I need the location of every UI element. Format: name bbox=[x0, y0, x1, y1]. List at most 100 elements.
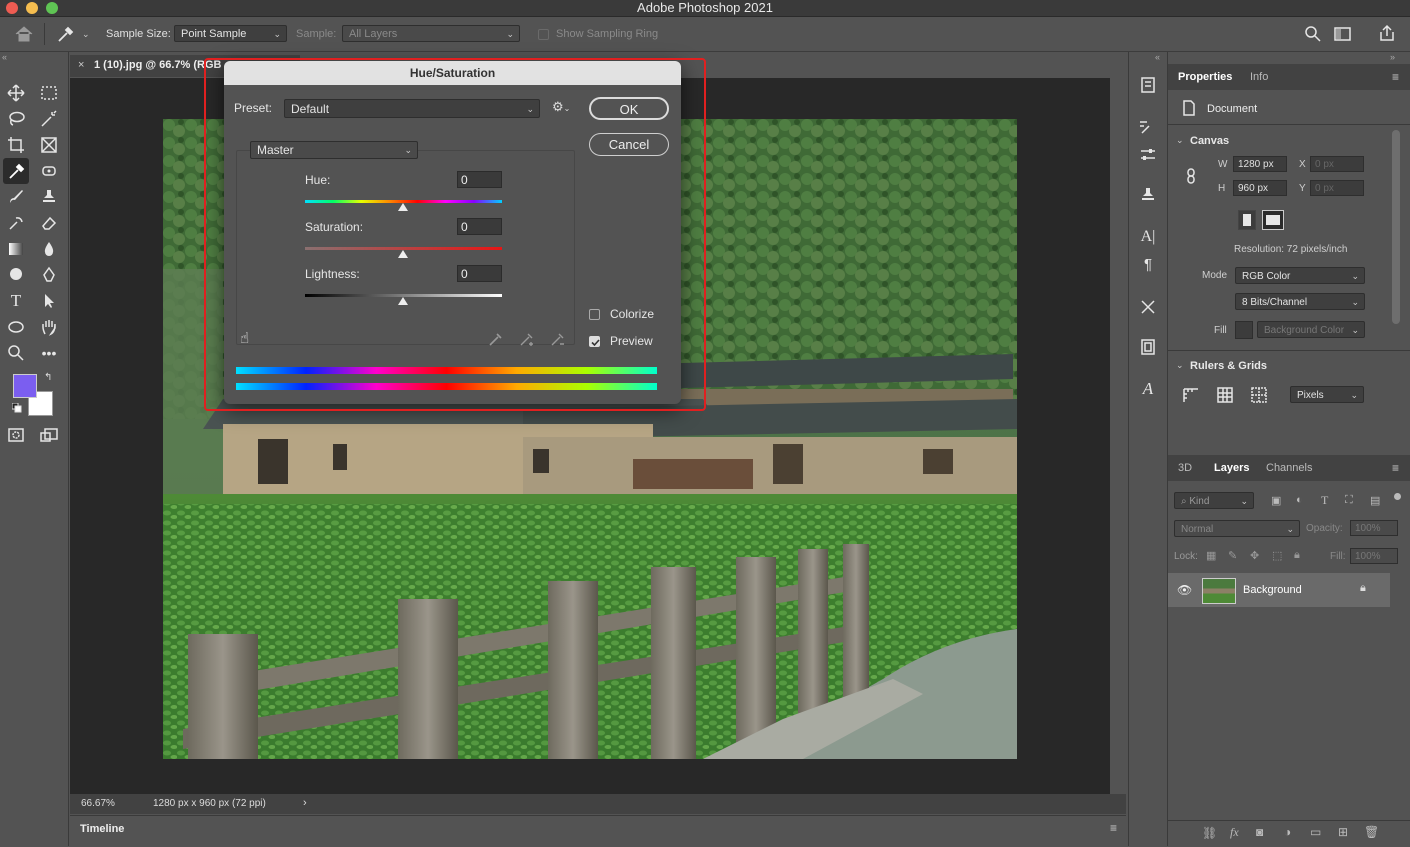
group-folder-icon[interactable]: ▭ bbox=[1310, 825, 1321, 839]
chevron-down-icon[interactable]: ⌄ bbox=[1176, 135, 1184, 146]
workspace-icon[interactable] bbox=[1334, 26, 1352, 45]
sampling-ring-checkbox[interactable] bbox=[538, 29, 549, 40]
tab-channels[interactable]: Channels bbox=[1266, 462, 1312, 474]
portrait-orientation-icon[interactable] bbox=[1238, 210, 1256, 230]
frame-tool-icon[interactable] bbox=[38, 134, 60, 156]
history-panel-icon[interactable] bbox=[1137, 74, 1159, 96]
chevron-down-icon[interactable]: ⌄ bbox=[82, 29, 90, 40]
hand-tool-icon[interactable] bbox=[38, 316, 60, 338]
chevron-right-icon[interactable]: › bbox=[303, 797, 307, 809]
panel-menu-icon[interactable]: ≡ bbox=[1392, 461, 1399, 475]
filter-type-icon[interactable]: T bbox=[1321, 493, 1328, 508]
filter-kind-select[interactable]: ⌕ Kind ⌄ bbox=[1174, 492, 1254, 509]
filter-toggle[interactable] bbox=[1394, 493, 1401, 500]
bit-depth-select[interactable]: 8 Bits/Channel ⌄ bbox=[1235, 293, 1365, 310]
eraser-tool-icon[interactable] bbox=[38, 212, 60, 234]
lock-position-icon[interactable]: ✥ bbox=[1250, 549, 1259, 562]
character-panel-icon[interactable]: A| bbox=[1137, 226, 1159, 248]
tab-layers[interactable]: Layers bbox=[1214, 462, 1249, 474]
brush-tool-icon[interactable] bbox=[5, 186, 27, 208]
properties-scrollbar[interactable] bbox=[1392, 130, 1400, 324]
blur-tool-icon[interactable] bbox=[38, 238, 60, 260]
canvas-section-title[interactable]: Canvas bbox=[1190, 135, 1229, 147]
fill-color-swatch[interactable] bbox=[1235, 321, 1253, 339]
rulers-grids-section-title[interactable]: Rulers & Grids bbox=[1190, 360, 1267, 372]
close-tab-icon[interactable]: × bbox=[78, 59, 84, 71]
height-field[interactable]: 960 px bbox=[1233, 180, 1287, 196]
new-layer-icon[interactable]: ⊞ bbox=[1338, 825, 1348, 839]
pixel-grid-icon[interactable] bbox=[1250, 386, 1268, 407]
tab-3d[interactable]: 3D bbox=[1178, 462, 1192, 474]
filter-shape-icon[interactable]: ⛶ bbox=[1345, 494, 1353, 507]
link-icon[interactable] bbox=[1186, 168, 1196, 187]
fill-select[interactable]: Background Color ⌄ bbox=[1257, 321, 1365, 338]
ruler-icon[interactable] bbox=[1182, 386, 1200, 407]
history-brush-tool-icon[interactable] bbox=[5, 212, 27, 234]
zoom-level[interactable]: 66.67% bbox=[81, 798, 115, 809]
clone-source-icon[interactable] bbox=[1137, 184, 1159, 206]
lock-transparent-icon[interactable]: ▦ bbox=[1206, 549, 1216, 562]
sample-select[interactable]: All Layers ⌄ bbox=[342, 25, 520, 42]
swap-colors-icon[interactable]: ↰ bbox=[44, 372, 52, 383]
lock-pixels-icon[interactable]: ✎ bbox=[1228, 549, 1237, 562]
home-icon[interactable] bbox=[14, 25, 34, 46]
marquee-tool-icon[interactable] bbox=[38, 82, 60, 104]
units-select[interactable]: Pixels ⌄ bbox=[1290, 386, 1364, 403]
panel-menu-icon[interactable]: ≡ bbox=[1392, 70, 1399, 84]
share-icon[interactable] bbox=[1378, 24, 1396, 45]
paragraph-panel-icon[interactable]: ¶ bbox=[1137, 254, 1159, 276]
opacity-field[interactable]: 100% bbox=[1350, 520, 1398, 536]
tools-panel-icon[interactable] bbox=[1137, 296, 1159, 318]
panel-menu-icon[interactable]: ≡ bbox=[1110, 821, 1117, 835]
expand-panels-icon[interactable]: « bbox=[1155, 52, 1160, 62]
filter-smart-object-icon[interactable]: ▤ bbox=[1370, 494, 1380, 507]
timeline-label[interactable]: Timeline bbox=[80, 823, 124, 835]
pen-tool-icon[interactable] bbox=[38, 264, 60, 286]
tab-properties[interactable]: Properties bbox=[1178, 71, 1232, 83]
zoom-tool-icon[interactable] bbox=[5, 342, 27, 364]
x-field[interactable]: 0 px bbox=[1310, 156, 1364, 172]
filter-pixel-icon[interactable]: ▣ bbox=[1271, 494, 1281, 507]
spot-healing-tool-icon[interactable] bbox=[38, 160, 60, 182]
lock-all-icon[interactable]: 🔒︎ bbox=[1294, 549, 1300, 562]
more-tools-icon[interactable]: ••• bbox=[38, 342, 60, 364]
width-field[interactable]: 1280 px bbox=[1233, 156, 1287, 172]
eyedropper-tool-icon[interactable] bbox=[3, 158, 29, 184]
brush-settings-icon[interactable] bbox=[1137, 116, 1159, 138]
collapse-toolbar-icon[interactable]: « bbox=[2, 52, 7, 62]
trash-icon[interactable]: 🗑︎ bbox=[1364, 825, 1379, 839]
glyphs-panel-icon[interactable]: A bbox=[1137, 378, 1159, 400]
filter-adjustment-icon[interactable]: ◐ bbox=[1296, 494, 1303, 506]
crop-tool-icon[interactable] bbox=[5, 134, 27, 156]
adjustment-layer-icon[interactable]: ◑ bbox=[1284, 825, 1291, 839]
grid-icon[interactable] bbox=[1216, 386, 1234, 407]
fx-icon[interactable]: fx bbox=[1230, 825, 1239, 840]
gradient-tool-icon[interactable] bbox=[5, 238, 27, 260]
landscape-orientation-icon[interactable] bbox=[1262, 210, 1284, 230]
dodge-tool-icon[interactable] bbox=[5, 264, 27, 286]
screen-mode-icon[interactable] bbox=[38, 424, 60, 446]
layer-row[interactable]: 👁︎ Background 🔒︎ bbox=[1168, 573, 1390, 607]
foreground-color-swatch[interactable] bbox=[13, 374, 37, 398]
adjustments-panel-icon[interactable] bbox=[1137, 144, 1159, 166]
lasso-tool-icon[interactable] bbox=[5, 108, 27, 130]
path-selection-tool-icon[interactable] bbox=[38, 290, 60, 312]
chevron-down-icon[interactable]: ⌄ bbox=[1176, 360, 1184, 371]
move-tool-icon[interactable] bbox=[5, 82, 27, 104]
properties-panel-icon[interactable] bbox=[1137, 336, 1159, 358]
ellipse-tool-icon[interactable] bbox=[5, 316, 27, 338]
layer-name[interactable]: Background bbox=[1243, 584, 1302, 596]
link-layers-icon[interactable]: ⛓︎ bbox=[1202, 826, 1217, 840]
eyedropper-tool-preset-icon[interactable] bbox=[56, 25, 76, 46]
tab-info[interactable]: Info bbox=[1250, 71, 1268, 83]
default-colors-icon[interactable] bbox=[11, 402, 22, 416]
add-mask-icon[interactable]: ◙ bbox=[1256, 825, 1263, 839]
quick-mask-icon[interactable] bbox=[5, 424, 27, 446]
type-tool-icon[interactable]: T bbox=[5, 290, 27, 312]
eye-icon[interactable]: 👁︎ bbox=[1177, 583, 1192, 597]
magic-wand-tool-icon[interactable] bbox=[38, 108, 60, 130]
search-icon[interactable] bbox=[1304, 25, 1322, 46]
y-field[interactable]: 0 px bbox=[1310, 180, 1364, 196]
collapse-panels-icon[interactable]: » bbox=[1390, 52, 1395, 62]
clone-stamp-tool-icon[interactable] bbox=[38, 186, 60, 208]
